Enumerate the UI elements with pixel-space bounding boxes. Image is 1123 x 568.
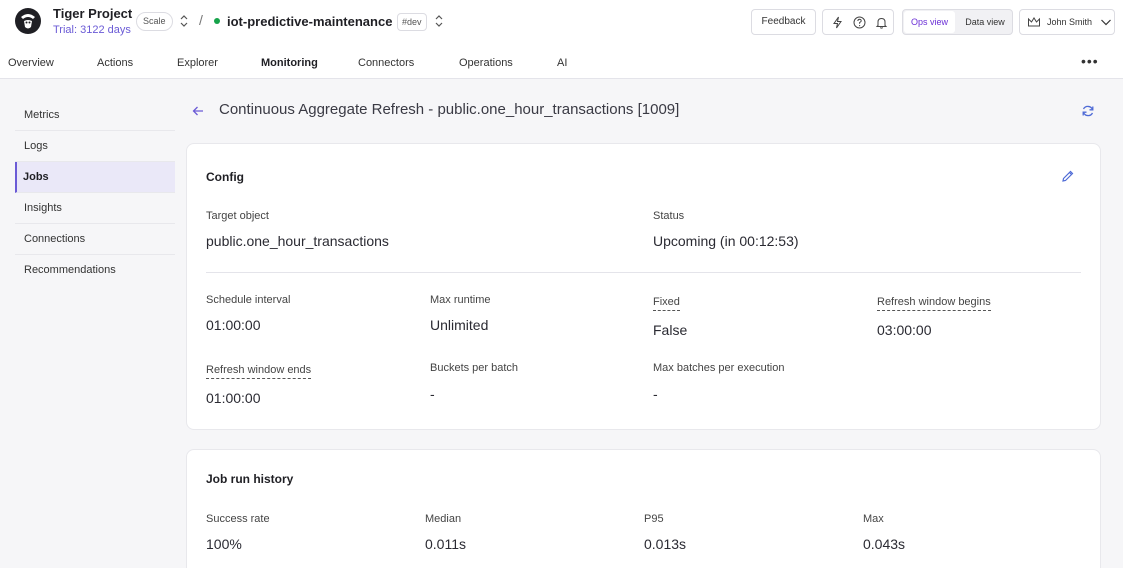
edit-icon[interactable] [1061, 169, 1075, 183]
sidebar-item-insights[interactable]: Insights [15, 193, 175, 224]
tab-explorer[interactable]: Explorer [177, 57, 218, 69]
project-switcher-icon[interactable] [178, 14, 190, 28]
fixed-value: False [653, 322, 688, 338]
tiger-logo-icon[interactable] [14, 7, 42, 35]
plan-badge: Scale [136, 12, 173, 31]
buckets-per-batch-value: - [430, 386, 435, 402]
feedback-button[interactable]: Feedback [751, 9, 816, 35]
refresh-window-begins-label[interactable]: Refresh window begins [877, 296, 991, 311]
config-title: Config [206, 170, 244, 184]
refresh-window-ends-value: 01:00:00 [206, 390, 261, 406]
max-batches-label: Max batches per execution [653, 362, 785, 374]
p95-label: P95 [644, 513, 664, 525]
breadcrumb-separator: / [199, 12, 203, 28]
bell-icon[interactable] [875, 16, 888, 29]
target-object-value: public.one_hour_transactions [206, 233, 389, 249]
ops-view-button[interactable]: Ops view [904, 11, 955, 33]
env-badge: #dev [397, 13, 427, 31]
sidebar-item-logs[interactable]: Logs [15, 131, 175, 162]
max-value: 0.043s [863, 536, 906, 552]
tab-connectors[interactable]: Connectors [358, 57, 414, 69]
max-batches-value: - [653, 386, 658, 402]
back-arrow-icon[interactable] [191, 104, 205, 118]
schedule-interval-label: Schedule interval [206, 294, 291, 306]
sidebar-item-jobs[interactable]: Jobs [15, 162, 175, 193]
more-menu-icon[interactable]: ••• [1081, 53, 1099, 69]
service-name[interactable]: iot-predictive-maintenance [227, 14, 392, 29]
chevron-down-icon [1101, 19, 1111, 26]
tab-operations[interactable]: Operations [459, 57, 513, 69]
view-toggle: Ops view Data view [902, 9, 1013, 35]
buckets-per-batch-label: Buckets per batch [430, 362, 519, 374]
tab-actions[interactable]: Actions [97, 57, 133, 69]
user-menu-button[interactable]: John Smith [1019, 9, 1115, 35]
sidebar-item-recommendations[interactable]: Recommendations [15, 255, 175, 286]
tab-monitoring[interactable]: Monitoring [261, 57, 318, 69]
fixed-label[interactable]: Fixed [653, 296, 680, 311]
config-card: Config Target object public.one_hour_tra… [186, 143, 1101, 430]
crown-icon [1028, 17, 1040, 27]
job-history-title: Job run history [206, 472, 294, 486]
top-bar: Tiger Project Trial: 3122 days Scale / i… [0, 0, 1123, 44]
service-status-dot [214, 18, 220, 24]
help-icon[interactable] [853, 16, 866, 29]
max-runtime-value: Unlimited [430, 317, 489, 333]
median-label: Median [425, 513, 462, 525]
success-rate-value: 100% [206, 536, 242, 552]
p95-value: 0.013s [644, 536, 687, 552]
target-object-label: Target object [206, 210, 269, 222]
median-value: 0.011s [425, 536, 466, 552]
trial-label[interactable]: Trial: 3122 days [53, 24, 131, 36]
user-name: John Smith [1047, 17, 1093, 27]
tab-ai[interactable]: AI [557, 57, 567, 69]
max-label: Max [863, 513, 884, 525]
bolt-icon[interactable] [831, 16, 844, 29]
status-label: Status [653, 210, 685, 222]
page-title: Continuous Aggregate Refresh - public.on… [219, 101, 680, 118]
refresh-window-ends-label[interactable]: Refresh window ends [206, 364, 312, 379]
schedule-interval-value: 01:00:00 [206, 317, 261, 333]
main-nav: Overview Actions Explorer Monitoring Con… [0, 44, 1123, 79]
config-divider [206, 272, 1081, 273]
refresh-icon[interactable] [1081, 104, 1095, 118]
refresh-window-begins-value: 03:00:00 [877, 322, 932, 338]
topbar-icon-group [822, 9, 894, 35]
success-rate-label: Success rate [206, 513, 270, 525]
service-switcher-icon[interactable] [433, 14, 445, 28]
tab-overview[interactable]: Overview [8, 57, 54, 69]
max-runtime-label: Max runtime [430, 294, 491, 306]
data-view-button[interactable]: Data view [957, 11, 1012, 33]
sidebar-item-metrics[interactable]: Metrics [15, 100, 175, 131]
status-value: Upcoming (in 00:12:53) [653, 233, 799, 249]
job-history-card: Job run history Success rate 100% Median… [186, 449, 1101, 568]
project-name[interactable]: Tiger Project [53, 6, 132, 21]
sidebar-item-connections[interactable]: Connections [15, 224, 175, 255]
